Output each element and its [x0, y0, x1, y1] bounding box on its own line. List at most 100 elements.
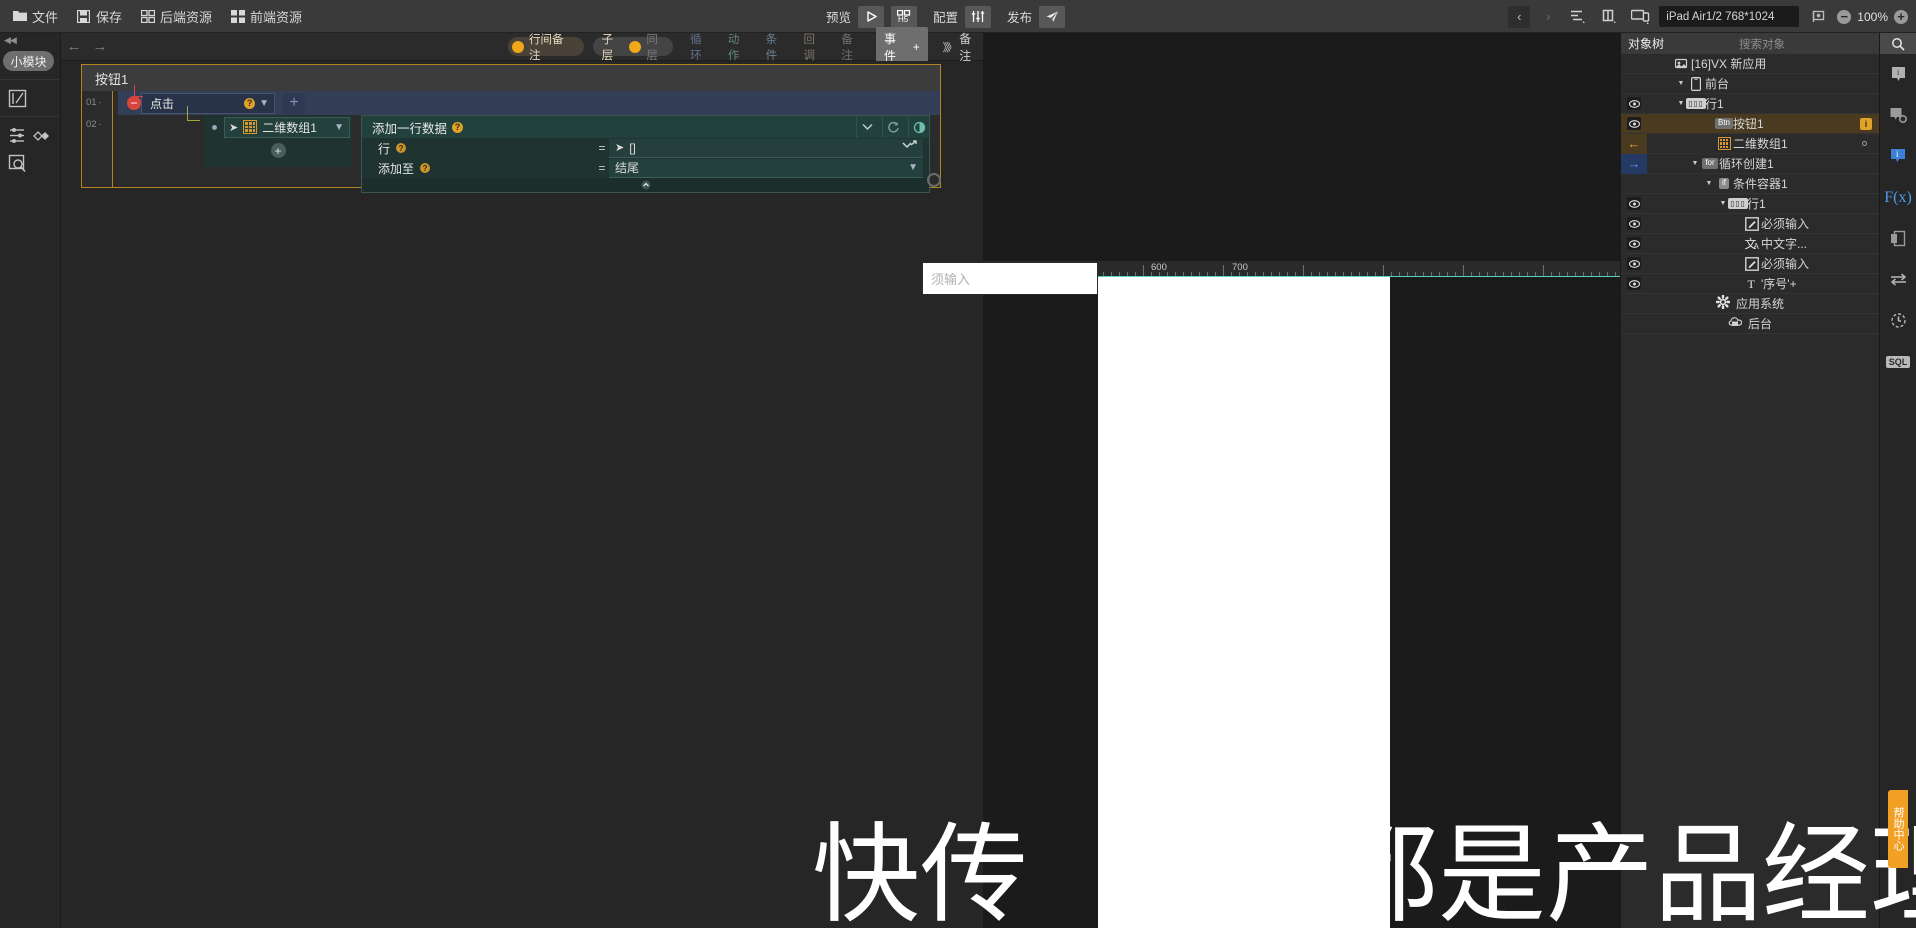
menu-label-save: 保存 [96, 9, 123, 25]
chevron-down-icon[interactable]: ▼ [1703, 180, 1715, 187]
param-value: 结尾 [615, 161, 640, 175]
flag-condition[interactable]: 条件 [763, 30, 792, 64]
refresh-icon[interactable] [882, 116, 903, 138]
toggle-inline-note[interactable]: 行间备注 [508, 34, 584, 62]
info-blue-icon[interactable]: i [1880, 136, 1916, 177]
pen-icon[interactable] [8, 89, 27, 108]
chevron-expand-icon[interactable] [902, 140, 918, 155]
copy-icon[interactable] [1880, 218, 1916, 259]
eye-icon[interactable] [1627, 97, 1641, 110]
info-icon[interactable]: i [1880, 54, 1916, 95]
tree-row[interactable]: 必须输入 [1621, 214, 1879, 234]
eye-icon[interactable] [1627, 237, 1641, 250]
help-icon[interactable]: ? [396, 143, 407, 153]
chevron-right-icon[interactable]: › [1537, 6, 1559, 28]
action-collapse-bar[interactable] [362, 178, 929, 192]
object-select[interactable]: ➤ 二维数组1 ▼ [224, 116, 350, 138]
tree-footer-backend[interactable]: 后台 [1621, 314, 1879, 334]
add-trigger-button[interactable]: + [283, 92, 305, 114]
menu-item-frontend-resource[interactable]: 前端资源 [230, 7, 302, 26]
tree-row[interactable]: [16]VX 新应用 [1621, 54, 1879, 74]
tree-row[interactable]: ← 二维数组1 [1621, 133, 1879, 154]
help-icon[interactable]: ? [244, 97, 256, 109]
required-input-field[interactable]: 须输入 [922, 262, 1098, 295]
eye-icon[interactable] [1627, 217, 1641, 230]
tree-row[interactable]: 文 A 中文字... [1621, 234, 1879, 254]
sql-icon[interactable]: SQL [1880, 341, 1916, 382]
chevron-down-icon[interactable]: ▼ [1675, 100, 1687, 107]
arrow-left-icon[interactable]: ← [61, 38, 87, 55]
eye-icon[interactable] [1627, 257, 1641, 270]
menu-item-file[interactable]: 文件 [12, 7, 58, 26]
flag-note[interactable]: 备注 [838, 30, 867, 64]
chevron-left-icon[interactable]: ‹ [1508, 5, 1531, 28]
transfer-icon[interactable] [1880, 259, 1916, 300]
inspect-icon[interactable] [8, 154, 27, 173]
flag-icon[interactable] [1806, 6, 1830, 28]
tree-footer-app-system[interactable]: 应用系统 [1621, 294, 1879, 314]
flag-loop[interactable]: 循环 [687, 30, 716, 64]
menu-label-file: 文件 [32, 9, 59, 25]
zoom-in-button[interactable]: + [1894, 9, 1908, 24]
toggle-layer-mode[interactable]: 子层 同层 [592, 34, 674, 62]
send-icon[interactable] [1039, 5, 1066, 28]
tree-row[interactable]: 必须输入 [1621, 254, 1879, 274]
status-badge[interactable]: i [1860, 117, 1872, 130]
eye-icon[interactable] [1627, 277, 1641, 290]
sliders-icon[interactable] [8, 126, 27, 145]
canvas-page[interactable]: 须输入 [922, 262, 1390, 928]
device-select[interactable]: iPad Air1/2 768*1024 [1659, 6, 1800, 27]
tree-row[interactable]: ▼ ▯▯▯ 行1 [1621, 194, 1879, 214]
chevron-down-icon[interactable] [856, 116, 877, 138]
history-icon[interactable] [1880, 300, 1916, 341]
tree-row[interactable]: T '序号'+ [1621, 274, 1879, 294]
chevron-down-icon[interactable]: ▼ [1689, 160, 1701, 167]
tree-row[interactable]: ▼ ▯▯▯ 行1 [1621, 94, 1879, 114]
help-icon[interactable]: ? [420, 163, 431, 173]
gear-icon[interactable] [927, 173, 941, 187]
minus-circle-icon[interactable]: − [127, 96, 141, 110]
sliders-icon[interactable] [965, 5, 992, 28]
tree-row[interactable]: → ▼ for 循环创建1 [1621, 153, 1879, 174]
search-placeholder: 搜索对象 [1739, 38, 1785, 51]
help-icon[interactable]: ? [452, 121, 464, 133]
eye-icon[interactable] [1627, 117, 1641, 130]
h5-icon[interactable]: H5 [891, 5, 918, 28]
tree-row[interactable]: ▼ if 条件容器1 [1621, 174, 1879, 194]
param-value-row[interactable]: 结尾 ▼ [609, 158, 923, 178]
tree-row[interactable]: ▼ 前台 [1621, 74, 1879, 94]
chevron-down-icon[interactable]: ▼ [1675, 80, 1687, 87]
layers-icon[interactable] [33, 128, 52, 144]
zoom-out-button[interactable]: − [1837, 9, 1852, 24]
tree-nav-forward-icon[interactable]: → [1621, 153, 1647, 174]
small-module-button[interactable]: 小模块 [3, 51, 54, 71]
plus-circle-icon[interactable]: + [270, 143, 286, 158]
play-icon[interactable] [858, 5, 885, 28]
note-panel-button[interactable]: 》》 备注 [943, 30, 983, 64]
trigger-select[interactable]: 点击 ? ▼ [141, 92, 275, 114]
param-value-row[interactable]: ➤ [] [609, 138, 923, 158]
save-icon [76, 9, 91, 24]
eye-icon[interactable] [1627, 197, 1641, 210]
search-input[interactable]: 搜索对象 [1683, 33, 1879, 54]
menu-item-backend-resource[interactable]: 后端资源 [140, 7, 212, 26]
flag-callback[interactable]: 回调 [800, 30, 829, 64]
device-icon[interactable] [1628, 6, 1652, 28]
help-center-tab[interactable]: 帮助中心 [1888, 790, 1908, 868]
align-icon[interactable] [1566, 6, 1590, 28]
event-toolbar: ← → 行间备注 子层 同层 循环 动作 条件 回调 备注 事件 + 》》 备注 [61, 26, 983, 67]
menu-item-save[interactable]: 保存 [76, 7, 122, 26]
arrow-right-icon[interactable]: → [87, 38, 113, 55]
fx-icon[interactable]: F(x) [1880, 177, 1916, 218]
tree-row[interactable]: Btn 按钮1 i [1621, 114, 1879, 134]
columns-icon[interactable] [1597, 6, 1621, 28]
half-circle-icon[interactable] [908, 116, 929, 138]
search-icon[interactable] [1880, 33, 1916, 54]
info-gear-icon[interactable] [1880, 95, 1916, 136]
action-title: 添加一行数据 [372, 121, 448, 136]
flag-action[interactable]: 动作 [725, 30, 754, 64]
tree-nav-back-icon[interactable]: ← [1621, 133, 1647, 154]
ruler-tick [1543, 265, 1544, 276]
collapse-left-icon[interactable]: ◀◀ [0, 33, 60, 47]
chevron-down-icon[interactable]: ▼ [1717, 200, 1729, 207]
